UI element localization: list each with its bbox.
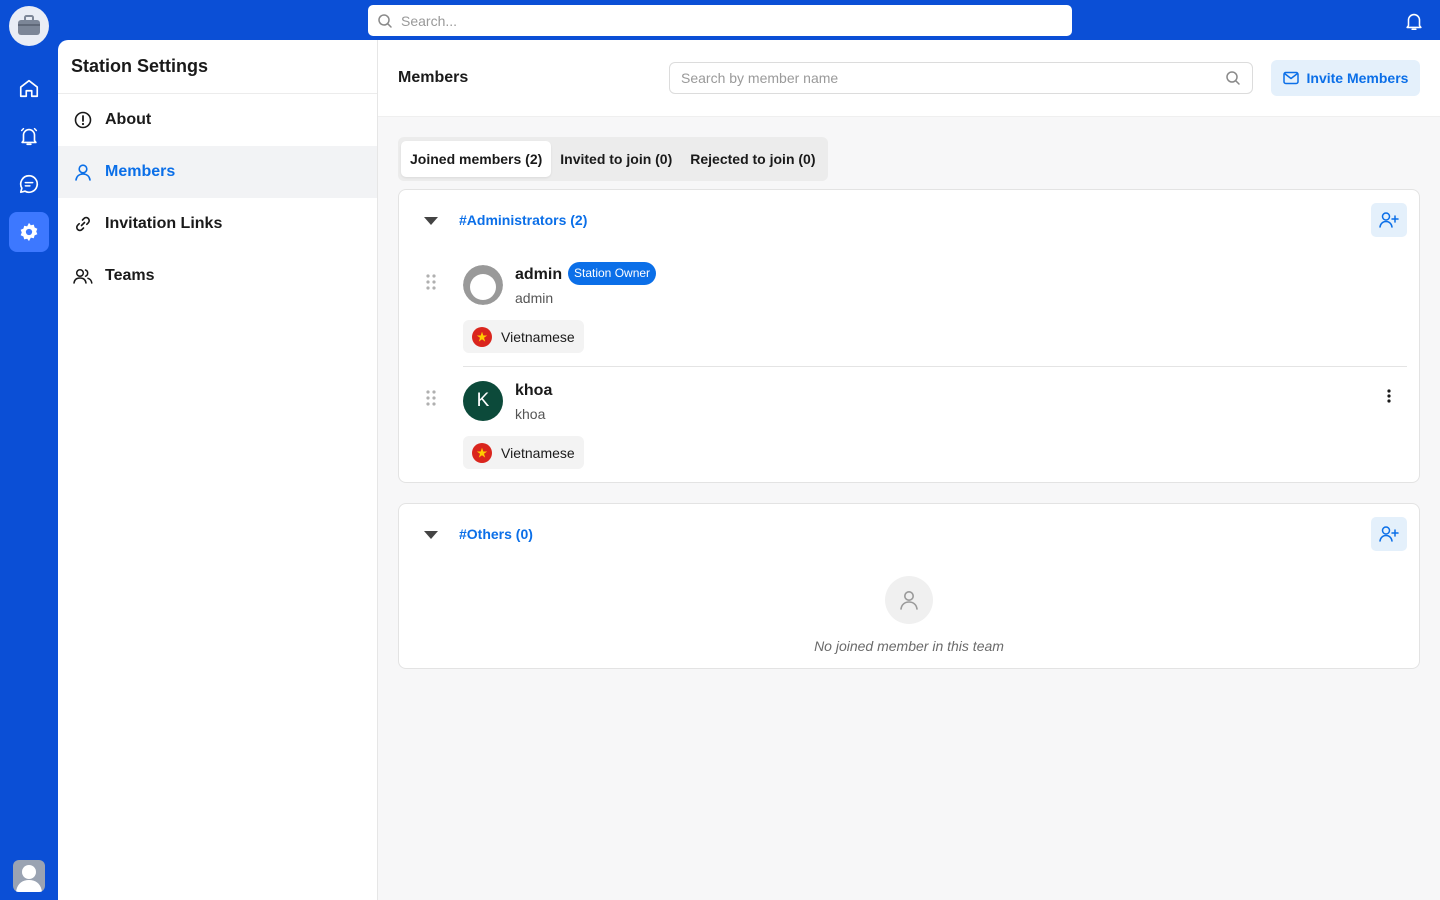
tab-joined-members[interactable]: Joined members (2): [401, 141, 552, 177]
members-header: Members Invite Members: [378, 40, 1440, 117]
mail-icon: [1282, 71, 1299, 85]
global-search[interactable]: [368, 5, 1072, 36]
language-label: Vietnamese: [501, 328, 575, 345]
station-owner-badge: Station Owner: [568, 262, 657, 285]
group-header: #Others (0): [399, 504, 1419, 564]
group-title[interactable]: #Administrators (2): [459, 212, 587, 228]
user-plus-icon: [1379, 526, 1399, 542]
left-rail: [0, 0, 58, 900]
search-icon: [378, 13, 392, 28]
notification-bell-icon[interactable]: [1403, 10, 1425, 32]
users-icon: [73, 266, 93, 286]
page-title: Members: [398, 69, 469, 86]
language-label: Vietnamese: [501, 444, 575, 461]
more-options-icon[interactable]: [1379, 386, 1399, 406]
settings-item-label: Members: [105, 163, 176, 180]
member-username: khoa: [515, 406, 546, 422]
settings-panel: Station Settings About Members Invitatio…: [58, 40, 378, 900]
language-chip: Vietnamese: [463, 320, 584, 353]
user-avatar[interactable]: [13, 860, 45, 892]
empty-user-icon: [885, 576, 933, 624]
tab-rejected-to-join[interactable]: Rejected to join (0): [681, 141, 824, 177]
member-search[interactable]: [669, 62, 1253, 94]
settings-item-invitation-links[interactable]: Invitation Links: [58, 198, 377, 250]
home-icon: [19, 79, 39, 98]
drag-handle-icon[interactable]: [425, 389, 437, 407]
caret-down-icon[interactable]: [423, 216, 439, 226]
add-member-to-group-button[interactable]: [1371, 517, 1407, 551]
members-main: Members Invite Members Joined members (2…: [378, 40, 1440, 900]
drag-handle-icon[interactable]: [425, 273, 437, 291]
user-plus-icon: [1379, 212, 1399, 228]
member-divider: [463, 366, 1407, 367]
group-card-others: #Others (0) No joined member in this tea…: [398, 503, 1420, 669]
messages-nav-button[interactable]: [9, 164, 49, 204]
group-title[interactable]: #Others (0): [459, 526, 533, 542]
member-name: khoa: [515, 382, 553, 399]
settings-item-label: Invitation Links: [105, 215, 223, 232]
settings-nav-button[interactable]: [9, 212, 49, 252]
global-search-input[interactable]: [401, 12, 1041, 29]
settings-item-label: About: [105, 111, 152, 128]
group-card-administrators: #Administrators (2) admin Station Owner …: [398, 189, 1420, 483]
language-chip: Vietnamese: [463, 436, 584, 469]
member-tabs: Joined members (2) Invited to join (0) R…: [398, 137, 828, 181]
vietnam-flag-icon: [472, 442, 492, 463]
link-icon: [73, 214, 93, 234]
member-name: admin: [515, 266, 563, 283]
settings-item-label: Teams: [105, 267, 155, 284]
notifications-nav-button[interactable]: [9, 116, 49, 156]
home-nav-button[interactable]: [9, 68, 49, 108]
empty-state-text: No joined member in this team: [814, 638, 1004, 654]
avatar[interactable]: K: [463, 381, 503, 421]
settings-item-about[interactable]: About: [58, 94, 377, 146]
top-bar: [0, 0, 1440, 40]
settings-title: Station Settings: [58, 40, 377, 94]
member-search-input[interactable]: [681, 70, 1225, 86]
avatar[interactable]: [463, 265, 503, 305]
info-icon: [73, 110, 93, 130]
vietnam-flag-icon: [472, 326, 492, 347]
user-silhouette-icon: [16, 865, 42, 892]
briefcase-icon: [18, 15, 40, 35]
gear-icon: [20, 222, 38, 242]
group-header: #Administrators (2): [399, 190, 1419, 250]
settings-item-members[interactable]: Members: [58, 146, 377, 198]
caret-down-icon[interactable]: [423, 530, 439, 540]
member-username: admin: [515, 290, 554, 306]
search-icon: [1226, 71, 1240, 85]
invite-members-button[interactable]: Invite Members: [1271, 60, 1420, 96]
bell-icon: [20, 127, 38, 146]
tab-invited-to-join[interactable]: Invited to join (0): [551, 141, 681, 177]
station-logo[interactable]: [9, 6, 49, 46]
invite-members-label: Invite Members: [1306, 70, 1409, 86]
chat-icon: [19, 174, 39, 194]
add-member-to-group-button[interactable]: [1371, 203, 1407, 237]
user-icon: [73, 162, 93, 182]
settings-item-teams[interactable]: Teams: [58, 250, 377, 302]
